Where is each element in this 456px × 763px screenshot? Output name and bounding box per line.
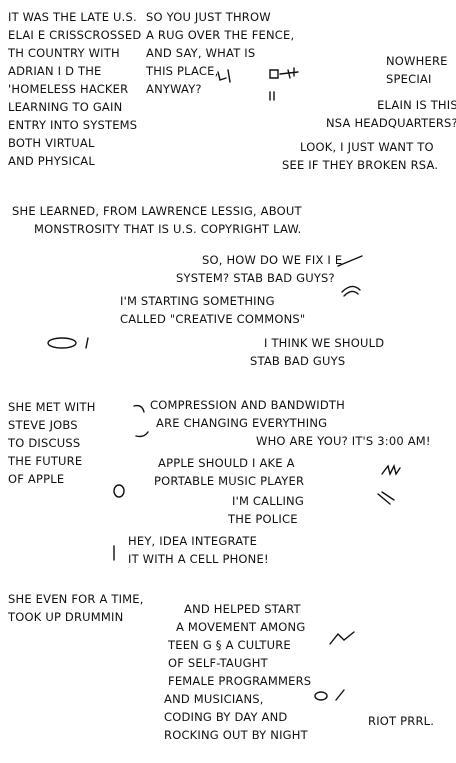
hand-doodle-icon [314,689,345,701]
panel3-speech-compression: COMPRESSION AND BANDWIDTH ARE CHANGING E… [150,398,345,430]
panel3-speech-who: WHO ARE YOU? IT'S 3:00 AM! [256,434,431,448]
speech-tail-line-icon [337,255,363,267]
bracket-doodle-icon [133,404,149,438]
panel1-speech-look: LOOK, I JUST WANT TO SEE IF THEY BROKEN … [282,140,439,172]
panel4-speech-movement: AND HELPED START A MOVEMENT AMONG TEEN G… [164,602,312,742]
panel3-narration: SHE MET WITH STEVE JOBS TO DISCUSS THE F… [8,400,96,486]
slash-doodle-icon [377,491,395,505]
panel2-speech-fix: SO, HOW DO WE FIX I E SYSTEM? STAB BAD G… [176,253,343,285]
panel1-speech-nowhere: NOWHERE SPECIAI [386,54,448,86]
face-doodle-icon [113,484,125,498]
fence-doodle-icon [217,69,231,83]
drumstick-doodle-icon [329,631,355,645]
hair-scribble-icon [381,463,401,477]
panel3-speech-apple: APPLE SHOULD I AKE A PORTABLE MUSIC PLAY… [154,456,305,488]
scribble-figure-icon [269,67,299,101]
panel1-narration: IT WAS THE LATE U.S. ELAI E CRISSCROSSED… [8,10,142,168]
curl-doodle-icon [341,285,361,297]
panel2-speech-cc: I'M STARTING SOMETHING CALLED "CREATIVE … [120,294,306,326]
panel3-speech-police: I'M CALLING THE POLICE [228,494,304,526]
panel2-speech-stab: I THINK WE SHOULD STAB BAD GUYS [250,336,385,368]
panel4-speech-riot: RIOT PRRL. [368,714,435,728]
panel2-narration: SHE LEARNED, FROM LAWRENCE LESSIG, ABOUT… [12,204,302,236]
panel3-speech-phone: HEY, IDEA INTEGRATE IT WITH A CELL PHONE… [128,534,269,566]
panel4-narration: SHE EVEN FOR A TIME, TOOK UP DRUMMIN [8,592,144,624]
tail-line-icon [113,545,115,561]
panel1-speech-nsa: ELAIN IS THIS NSA HEADQUARTERS? [326,98,456,130]
head-doodle-icon [47,337,89,349]
